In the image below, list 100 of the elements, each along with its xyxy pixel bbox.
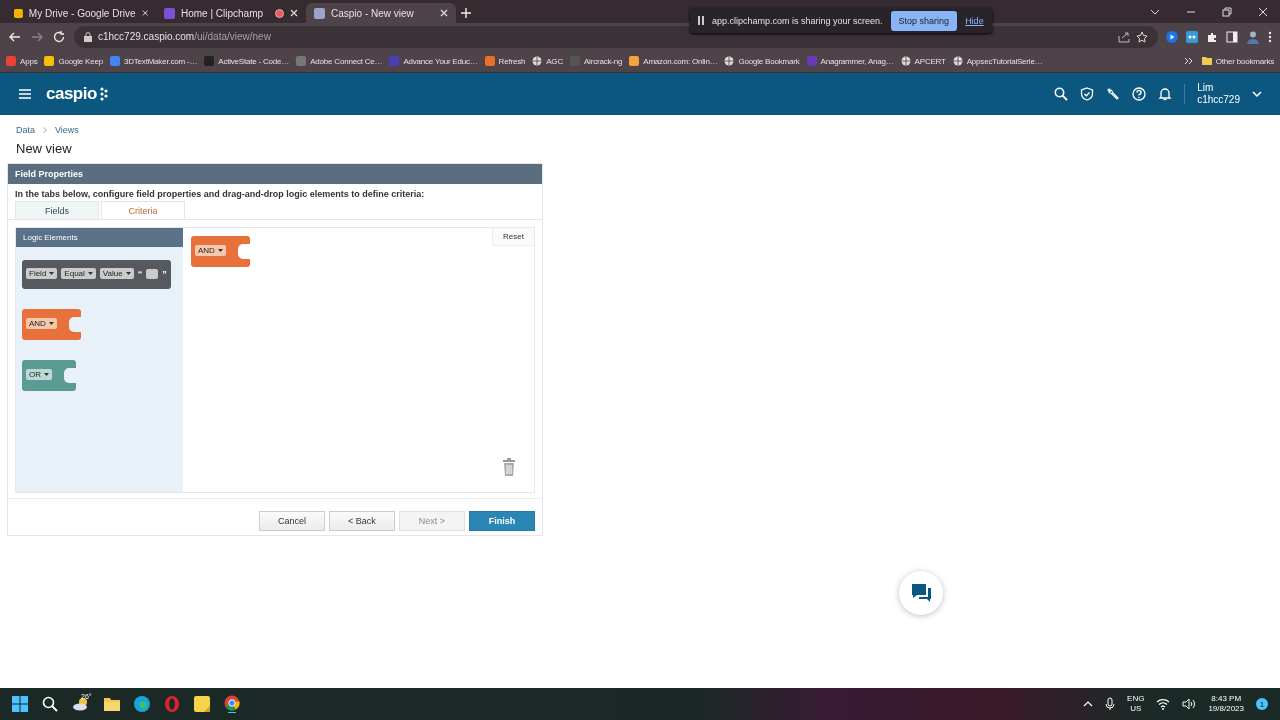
puzzle-icon[interactable] — [1206, 30, 1218, 43]
share-icon[interactable] — [1118, 30, 1130, 43]
help-icon[interactable] — [1132, 87, 1147, 101]
bell-icon[interactable] — [1158, 87, 1173, 101]
bookmark[interactable]: Adobe Connect Ce… — [296, 56, 383, 66]
chrome-icon[interactable] — [224, 695, 240, 713]
quote-mark: “ — [137, 268, 143, 279]
comparison-block[interactable]: Field Equal Value “ ” — [22, 260, 171, 289]
bookmark[interactable]: AGC — [532, 56, 563, 66]
bookmark[interactable]: Google Keep — [44, 56, 103, 66]
globe-icon — [532, 56, 543, 66]
bookmark[interactable]: 3DTextMaker.com -… — [109, 56, 198, 66]
user-name: Lim — [1197, 82, 1215, 94]
chevron-icon[interactable] — [1183, 56, 1194, 66]
close-icon[interactable] — [290, 9, 298, 17]
bookmark[interactable]: ActiveState - Code… — [204, 56, 290, 66]
caret-icon — [44, 373, 49, 376]
robot-icon[interactable] — [1186, 30, 1198, 43]
value-field[interactable] — [146, 268, 159, 279]
dropdown[interactable]: OR — [26, 369, 52, 380]
caret-icon — [217, 249, 223, 252]
site-icon — [204, 56, 215, 66]
browser-tab[interactable]: Home | Clipchamp — [156, 3, 306, 23]
microphone-icon[interactable] — [1105, 697, 1116, 711]
bookmark[interactable]: Google Bookmark — [724, 56, 800, 66]
url-text: c1hcc729.caspio.com/ui/data/view/new — [98, 31, 271, 42]
windows-icon[interactable] — [12, 696, 28, 712]
bookmark[interactable]: Other bookmarks — [1201, 56, 1274, 66]
globe-icon — [900, 56, 911, 66]
site-icon — [484, 56, 495, 66]
play-icon[interactable] — [1166, 30, 1178, 43]
dropdown[interactable]: Equal — [61, 268, 96, 279]
close-icon[interactable] — [440, 9, 448, 17]
star-icon[interactable] — [1136, 30, 1148, 43]
reset-button[interactable]: Reset — [492, 228, 534, 246]
browser-tab[interactable]: My Drive - Google Drive — [6, 3, 156, 23]
folder-icon — [1201, 56, 1212, 66]
bookmark[interactable]: AppsecTutorialSerie… — [952, 56, 1043, 66]
site-icon — [6, 56, 16, 66]
caret-icon — [125, 272, 131, 275]
wizard-button[interactable]: Cancel — [259, 511, 325, 531]
panel-header: Field Properties — [8, 164, 542, 184]
search-icon[interactable] — [42, 696, 58, 712]
address-field[interactable]: c1hcc729.caspio.com/ui/data/view/new — [74, 25, 1158, 48]
dots-icon — [98, 87, 109, 101]
dropdown[interactable]: AND — [195, 245, 226, 256]
chat-icon[interactable] — [909, 582, 933, 604]
clock[interactable]: 8:43 PM 19/8/2023 — [1208, 694, 1244, 714]
bookmark[interactable]: Aircrack-ng — [570, 56, 623, 66]
trash-icon[interactable] — [502, 458, 516, 476]
and-block[interactable]: AND — [191, 236, 250, 267]
site-icon — [314, 7, 325, 19]
shield-icon[interactable] — [1080, 87, 1095, 101]
dropdown[interactable]: Value — [99, 268, 134, 279]
sharing-message: app.clipchamp.com is sharing your screen. — [712, 15, 883, 26]
globe-icon — [952, 56, 963, 66]
or-block[interactable]: OR — [22, 360, 76, 391]
caret-icon — [48, 322, 54, 325]
wizard-button[interactable]: < Back — [329, 511, 395, 531]
bookmark[interactable]: Refresh — [484, 56, 526, 66]
site-icon — [109, 56, 120, 66]
avatar-icon[interactable] — [1246, 29, 1260, 44]
weather-icon[interactable] — [72, 697, 90, 711]
dropdown[interactable]: Field — [26, 268, 58, 279]
more-icon[interactable] — [1268, 30, 1272, 43]
bookmark[interactable]: Anagrammer, Anag… — [806, 56, 894, 66]
search-icon[interactable] — [1054, 87, 1069, 101]
sidebar-icon[interactable] — [1226, 30, 1238, 43]
dropdown[interactable]: AND — [26, 318, 57, 329]
logo[interactable]: caspio — [46, 84, 109, 104]
instruction-text: In the tabs below, configure field properties and drag-and-drop logic elements to define criteria: — [14, 188, 426, 201]
hide-link[interactable]: Hide — [965, 15, 984, 26]
breadcrumb-link[interactable]: Data — [16, 125, 35, 135]
globe-icon — [724, 56, 735, 66]
bookmark[interactable]: APCERT — [900, 56, 946, 66]
restore-icon[interactable] — [1222, 6, 1232, 17]
finish-button[interactable]: Finish — [469, 511, 535, 531]
close-icon[interactable] — [1258, 6, 1268, 17]
tab[interactable]: Fields — [15, 201, 99, 219]
wifi-icon[interactable] — [1156, 698, 1171, 710]
close-icon[interactable] — [141, 9, 148, 17]
folder-icon[interactable] — [104, 697, 120, 711]
bookmark[interactable]: Apps — [6, 56, 38, 66]
reload-icon[interactable] — [52, 29, 66, 44]
breadcrumb-link[interactable]: Views — [55, 125, 79, 135]
bookmark[interactable]: Advance Your Educ… — [389, 56, 478, 66]
caret-icon — [49, 272, 55, 275]
speaker-icon[interactable] — [1182, 698, 1197, 710]
opera-icon[interactable] — [164, 696, 180, 712]
stop-sharing-button[interactable]: Stop sharing — [890, 10, 958, 31]
account-name: c1hcc729 — [1197, 94, 1240, 106]
language-indicator[interactable]: ENG US — [1127, 694, 1145, 714]
tab[interactable]: Criteria — [101, 201, 185, 219]
caret-icon — [87, 272, 93, 275]
menu-icon[interactable] — [18, 88, 32, 100]
page-title: New view — [16, 141, 73, 156]
bookmark[interactable]: Amazon.com: Onlin… — [629, 56, 718, 66]
and-block[interactable]: AND — [22, 309, 81, 340]
browser-tab[interactable]: Caspio - New view — [306, 3, 456, 23]
wrench-icon[interactable] — [1106, 87, 1121, 101]
